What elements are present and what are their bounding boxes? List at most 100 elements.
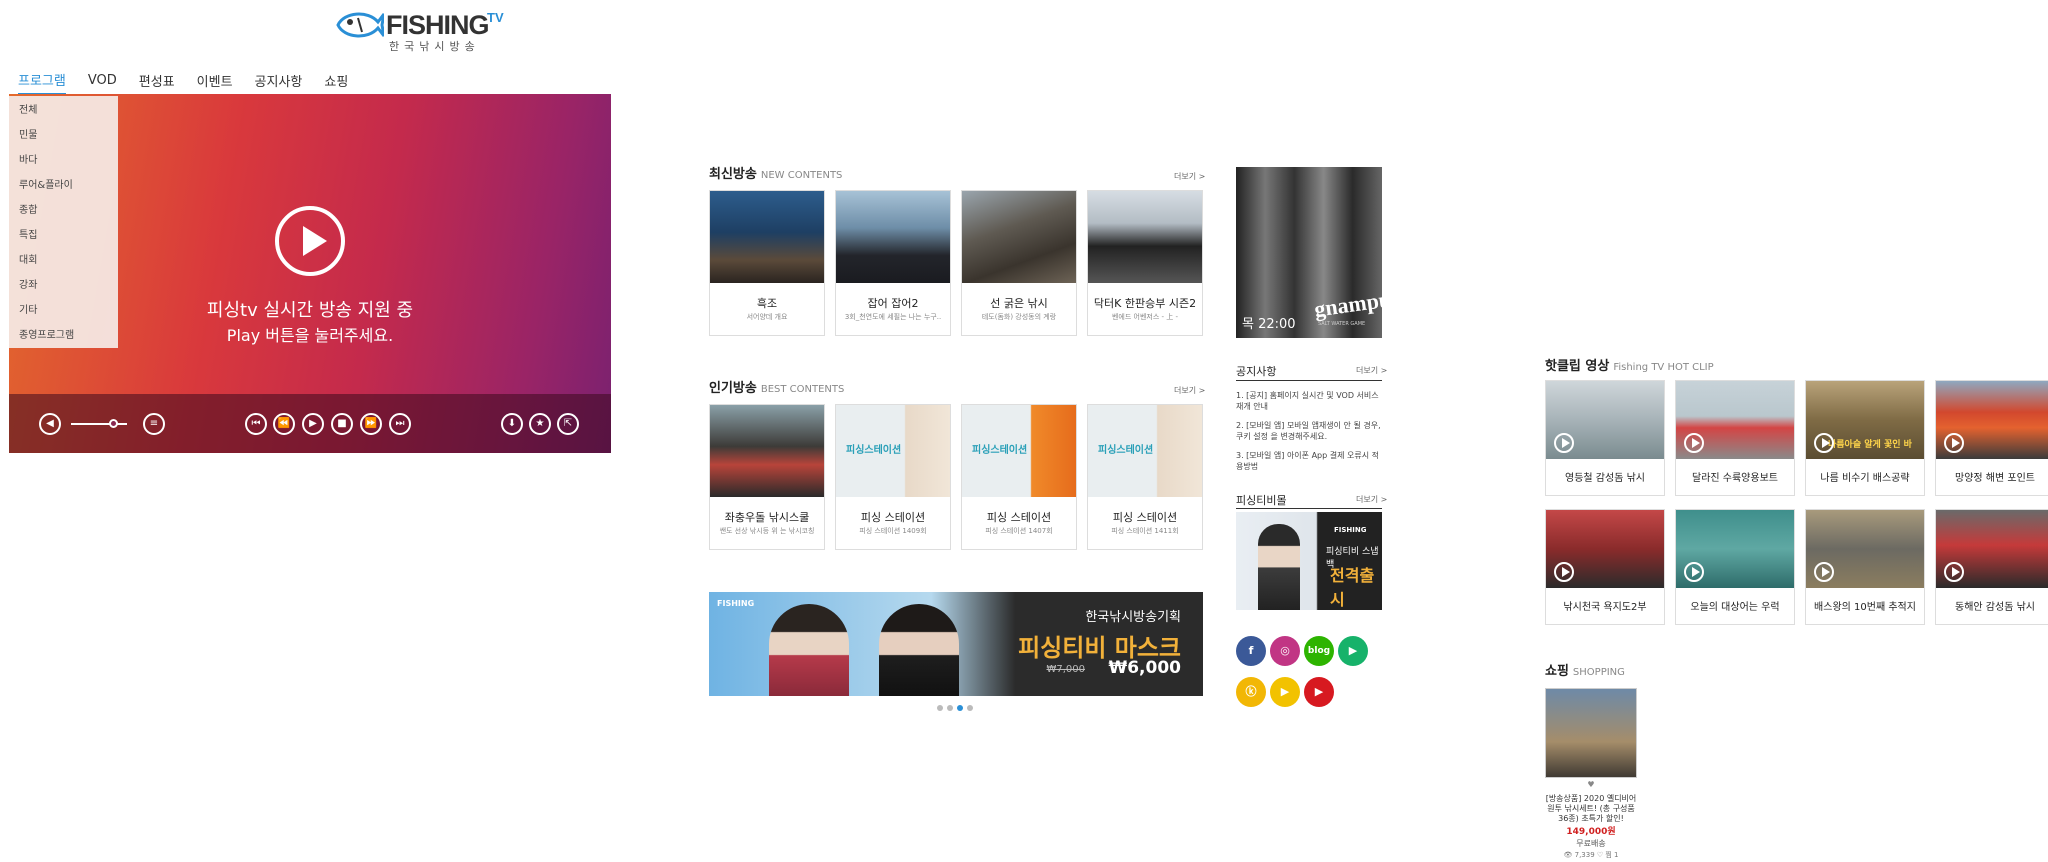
dropdown-item-etc[interactable]: 기타: [9, 302, 118, 327]
nav-vod[interactable]: VOD: [88, 73, 117, 92]
volume-slider-track[interactable]: [71, 423, 127, 425]
shop-product[interactable]: ♥ [방송상품] 2020 옐디비어 원투 낚시세트! (총 구성품 36종) …: [1545, 688, 1638, 860]
pagination-dot[interactable]: [957, 705, 963, 711]
player-controls: ◀ ≡ ⏮ ⏪ ▶ ■ ⏩ ⏭ ⬇ ★ ⇱: [9, 394, 611, 453]
new-content-card[interactable]: 닥터K 한판승부 시즌2 벤에드 어벤저스 - 上 -: [1087, 190, 1203, 336]
favorite-icon[interactable]: ★: [529, 413, 551, 435]
nav-program[interactable]: 프로그램: [18, 70, 66, 95]
new-contents-more-link[interactable]: 더보기 >: [1174, 171, 1205, 182]
notice-item[interactable]: 3. [모바일 앱] 아이폰 App 결제 오류시 적용방법: [1236, 450, 1382, 472]
section-title-en: Fishing TV HOT CLIP: [1613, 362, 1714, 373]
section-title-ko: 인기방송: [709, 381, 757, 396]
dropdown-item-all[interactable]: 전체: [9, 102, 118, 127]
pagination-dot[interactable]: [937, 705, 943, 711]
best-contents-more-link[interactable]: 더보기 >: [1174, 385, 1205, 396]
share-icon[interactable]: ⇱: [557, 413, 579, 435]
dropdown-item-ended[interactable]: 종영프로그램: [9, 327, 118, 352]
notice-item[interactable]: 1. [공지] 홈페이지 실시간 및 VOD 서비스 재개 안내: [1236, 390, 1382, 412]
clip-title: 배스왕의 10번째 추적지: [1814, 602, 1916, 613]
new-content-card[interactable]: 잡어 잡어2 3회_천연도에 세필는 나는 누구..: [835, 190, 951, 336]
hot-clip-card[interactable]: 망양정 해변 포인트: [1935, 380, 2048, 496]
section-title-ko: 최신방송: [709, 167, 757, 182]
mall-title: 피싱티비몰: [1236, 494, 1287, 507]
play-icon: [1944, 562, 1964, 582]
hot-clip-card[interactable]: 영등철 감성돔 낚시: [1545, 380, 1665, 496]
clip-title: 나름 비수기 배스공략: [1820, 473, 1910, 484]
ad-model-image: [1258, 524, 1300, 610]
notice-more-link[interactable]: 더보기 >: [1356, 365, 1387, 376]
heart-icon[interactable]: ♥: [1545, 780, 1637, 789]
clip-thumbnail: [1546, 381, 1664, 459]
dropdown-item-general[interactable]: 종합: [9, 202, 118, 227]
clip-overlay-text: 나름아슬 알게 꽃인 바: [1828, 440, 1912, 450]
kakao-icon[interactable]: ⓚ: [1236, 677, 1266, 707]
site-logo[interactable]: FISHING TV 한국낚시방송: [334, 6, 514, 53]
next-icon[interactable]: ⏭: [389, 413, 411, 435]
dropdown-item-special[interactable]: 특집: [9, 227, 118, 252]
best-content-card[interactable]: 피싱스테이션 피싱 스테이션 피싱 스테이션 1409회: [835, 404, 951, 550]
clip-thumbnail: [1676, 381, 1794, 459]
fast-forward-icon[interactable]: ⏩: [360, 413, 382, 435]
dropdown-item-tournament[interactable]: 대회: [9, 252, 118, 277]
best-contents-title: 인기방송 BEST CONTENTS: [709, 377, 844, 396]
play-store-icon[interactable]: ▶: [1338, 636, 1368, 666]
previous-icon[interactable]: ⏮: [245, 413, 267, 435]
best-content-card[interactable]: 피싱스테이션 피싱 스테이션 피싱 스테이션 1411회: [1087, 404, 1203, 550]
volume-icon[interactable]: ◀: [39, 413, 61, 435]
clip-thumbnail: 나름아슬 알게 꽃인 바: [1806, 381, 1924, 459]
snapback-ad[interactable]: FISHING 피싱티비 스냅백 전격출시: [1236, 512, 1382, 610]
blog-icon[interactable]: blog: [1304, 636, 1334, 666]
volume-slider-handle[interactable]: [109, 419, 118, 428]
promo-brand: gnampus: [1312, 285, 1382, 322]
pagination-dot[interactable]: [947, 705, 953, 711]
dropdown-item-sea[interactable]: 바다: [9, 152, 118, 177]
kakao-tv-icon[interactable]: ▶: [1270, 677, 1300, 707]
notice-item[interactable]: 2. [모바일 앱] 모바일 앱재생이 안 될 경우, 쿠키 설정 을 변경해주…: [1236, 420, 1382, 442]
download-icon[interactable]: ⬇: [501, 413, 523, 435]
hot-clip-card[interactable]: 배스왕의 10번째 추적지: [1805, 509, 1925, 625]
product-shipping: 무료배송: [1576, 839, 1606, 848]
best-content-card[interactable]: 좌충우돌 낚시스쿨 쌘도 선상 낚시등 위 는 낚시코칭: [709, 404, 825, 550]
nav-notice[interactable]: 공지사항: [255, 71, 303, 94]
dropdown-item-lure-fly[interactable]: 루어&플라이: [9, 177, 118, 202]
rewind-icon[interactable]: ⏪: [273, 413, 295, 435]
card-title: 잡어 잡어2: [867, 297, 919, 310]
hot-clip-card[interactable]: 달라진 수륙양용보트: [1675, 380, 1795, 496]
facebook-icon[interactable]: f: [1236, 636, 1266, 666]
new-content-card[interactable]: 흑조 서어양데 개요: [709, 190, 825, 336]
big-play-button[interactable]: [275, 206, 345, 276]
clip-title: 달라진 수륙양용보트: [1692, 473, 1778, 484]
clip-title: 낚시천국 욕지도2부: [1563, 602, 1647, 613]
hot-clip-card[interactable]: 오늘의 대상어는 우럭: [1675, 509, 1795, 625]
banner-old-price: ₩7,000: [1046, 664, 1085, 675]
section-title-en: BEST CONTENTS: [760, 384, 845, 395]
new-content-card[interactable]: 선 굵은 낚시 테도(돔화) 강성동의 계랑: [961, 190, 1077, 336]
hot-clip-card[interactable]: 나름아슬 알게 꽃인 바 나름 비수기 배스공략: [1805, 380, 1925, 496]
hot-clip-card[interactable]: 동해안 감성돔 낚시: [1935, 509, 2048, 625]
promo-image[interactable]: 목 22:00 gnampus SALT WATER GAME: [1236, 167, 1382, 338]
nav-event[interactable]: 이벤트: [197, 71, 233, 94]
youtube-icon[interactable]: ▶: [1304, 677, 1334, 707]
card-thumbnail: 피싱스테이션: [962, 405, 1076, 497]
play-icon: [1684, 433, 1704, 453]
play-icon[interactable]: ▶: [302, 413, 324, 435]
pagination-dot[interactable]: [967, 705, 973, 711]
dropdown-item-freshwater[interactable]: 민물: [9, 127, 118, 152]
nav-shopping[interactable]: 쇼핑: [324, 71, 348, 94]
main-nav: 프로그램 VOD 편성표 이벤트 공지사항 쇼핑: [18, 70, 370, 95]
card-subtitle: 테도(돔화) 강성동의 계랑: [981, 313, 1057, 321]
mall-more-link[interactable]: 더보기 >: [1356, 494, 1387, 505]
hot-clip-card[interactable]: 낚시천국 욕지도2부: [1545, 509, 1665, 625]
banner-logo: FISHING: [717, 599, 755, 608]
nav-schedule[interactable]: 편성표: [139, 71, 175, 94]
playlist-icon[interactable]: ≡: [143, 413, 165, 435]
section-title-en: NEW CONTENTS: [760, 170, 843, 181]
program-dropdown: 전체 민물 바다 루어&플라이 종합 특집 대회 강좌 기타 종영프로그램: [9, 96, 118, 348]
promo-tagline: SALT WATER GAME: [1318, 321, 1366, 327]
instagram-icon[interactable]: ◎: [1270, 636, 1300, 666]
best-content-card[interactable]: 피싱스테이션 피싱 스테이션 피싱 스테이션 1407회: [961, 404, 1077, 550]
card-title: 피싱 스테이션: [986, 511, 1052, 524]
stop-icon[interactable]: ■: [331, 413, 353, 435]
dropdown-item-lecture[interactable]: 강좌: [9, 277, 118, 302]
mask-promo-banner[interactable]: FISHING 한국낚시방송기획 피싱티비 마스크 ₩7,000 ₩6,000: [709, 592, 1203, 696]
